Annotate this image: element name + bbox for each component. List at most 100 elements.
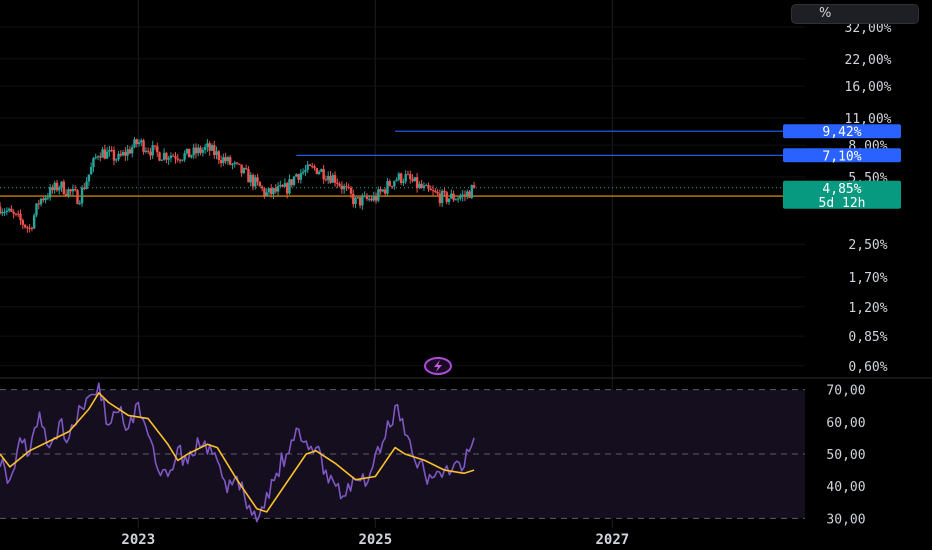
y-tick-label: 22,00% bbox=[845, 53, 892, 68]
candle-body bbox=[313, 166, 316, 169]
candle-body bbox=[165, 152, 168, 160]
candle-body bbox=[308, 164, 312, 166]
candle-body bbox=[354, 197, 357, 205]
candle-body bbox=[415, 177, 419, 188]
candle-body bbox=[338, 183, 341, 186]
candle-body bbox=[370, 198, 373, 201]
candle-body bbox=[452, 193, 455, 200]
candle-body bbox=[390, 185, 394, 187]
candle-body bbox=[85, 181, 88, 189]
candle-body bbox=[247, 169, 250, 183]
candle-body bbox=[94, 157, 97, 159]
lightning-bolt-icon[interactable] bbox=[424, 357, 452, 375]
candle-body bbox=[358, 197, 362, 206]
candle-body bbox=[69, 189, 72, 192]
candle-body bbox=[434, 190, 437, 193]
candle-body bbox=[386, 181, 389, 194]
candle-body bbox=[349, 187, 353, 194]
chart-canvas[interactable]: 32,00%22,00%16,00%11,00%8,00%5,50%2,50%1… bbox=[0, 0, 932, 550]
candle-body bbox=[374, 195, 378, 201]
candle-body bbox=[83, 187, 86, 189]
candle-body bbox=[404, 174, 407, 182]
candle-body bbox=[301, 171, 305, 174]
candle-body bbox=[78, 203, 81, 205]
candle-body bbox=[176, 158, 179, 160]
candle-body bbox=[222, 157, 225, 164]
candle-body bbox=[0, 206, 2, 214]
candle-body bbox=[329, 175, 332, 183]
x-tick-label: 2023 bbox=[121, 532, 155, 548]
candle-body bbox=[265, 192, 268, 196]
candle-body bbox=[420, 183, 423, 188]
candle-body bbox=[32, 215, 36, 229]
candle-body bbox=[74, 188, 77, 191]
candle-body bbox=[226, 157, 230, 162]
candle-body bbox=[320, 169, 323, 172]
candle-body bbox=[377, 189, 380, 201]
candle-body bbox=[228, 157, 232, 165]
candle-body bbox=[342, 186, 346, 190]
candle-body bbox=[17, 213, 20, 215]
candle-body bbox=[327, 175, 330, 180]
y-tick-label: 0,60% bbox=[848, 360, 887, 375]
candle-body bbox=[89, 167, 93, 175]
candle-body bbox=[283, 183, 287, 187]
candle-body bbox=[324, 179, 328, 181]
candle-body bbox=[466, 191, 469, 196]
candle-body bbox=[395, 179, 398, 182]
candles bbox=[0, 136, 476, 233]
candle-body bbox=[306, 164, 309, 170]
candle-body bbox=[121, 152, 125, 156]
candle-body bbox=[397, 173, 401, 180]
candle-body bbox=[172, 155, 175, 157]
candle-body bbox=[99, 156, 102, 158]
candle-body bbox=[5, 210, 9, 212]
candle-body bbox=[365, 195, 369, 199]
candle-body bbox=[160, 159, 164, 161]
candle-body bbox=[317, 171, 321, 174]
candle-body bbox=[263, 188, 266, 196]
candle-body bbox=[249, 174, 252, 183]
candle-body bbox=[272, 188, 275, 195]
candle-body bbox=[183, 153, 186, 160]
candle-body bbox=[372, 195, 375, 201]
candle-body bbox=[197, 147, 200, 154]
candle-body bbox=[169, 155, 173, 159]
x-tick-label: 2025 bbox=[358, 532, 392, 548]
candle-body bbox=[456, 198, 460, 200]
candle-body bbox=[270, 188, 273, 195]
rsi-tick-label: 30,00 bbox=[826, 512, 865, 527]
candle-body bbox=[156, 146, 159, 153]
price-badge-text: 9,42% bbox=[822, 125, 861, 140]
candle-body bbox=[76, 190, 79, 204]
candle-body bbox=[194, 147, 198, 154]
candle-body bbox=[224, 157, 227, 162]
candle-body bbox=[208, 143, 211, 151]
price-badge: 7,10% bbox=[783, 148, 901, 164]
candle-body bbox=[67, 189, 70, 196]
rsi-tick-label: 70,00 bbox=[826, 384, 865, 399]
candle-body bbox=[105, 151, 109, 159]
candle-body bbox=[304, 169, 307, 172]
candle-body bbox=[192, 147, 195, 156]
candle-body bbox=[46, 197, 50, 199]
candle-body bbox=[233, 162, 236, 165]
candle-body bbox=[429, 188, 432, 191]
candle-body bbox=[299, 173, 303, 180]
price-badge-text: 7,10% bbox=[822, 149, 861, 164]
candle-body bbox=[3, 211, 6, 213]
last-price-badge: 4,85%5d 12h bbox=[783, 180, 901, 211]
candle-body bbox=[142, 140, 145, 152]
candle-body bbox=[28, 227, 31, 229]
candle-body bbox=[383, 189, 387, 194]
candle-body bbox=[14, 213, 18, 215]
candle-body bbox=[279, 184, 282, 187]
candle-body bbox=[438, 193, 442, 204]
percent-scale-button[interactable]: % bbox=[791, 4, 919, 24]
candle-body bbox=[219, 160, 223, 164]
y-tick-label: 2,50% bbox=[848, 238, 887, 253]
candle-body bbox=[242, 168, 246, 174]
candle-body bbox=[267, 188, 271, 193]
candle-body bbox=[411, 178, 414, 182]
candle-body bbox=[340, 185, 344, 190]
